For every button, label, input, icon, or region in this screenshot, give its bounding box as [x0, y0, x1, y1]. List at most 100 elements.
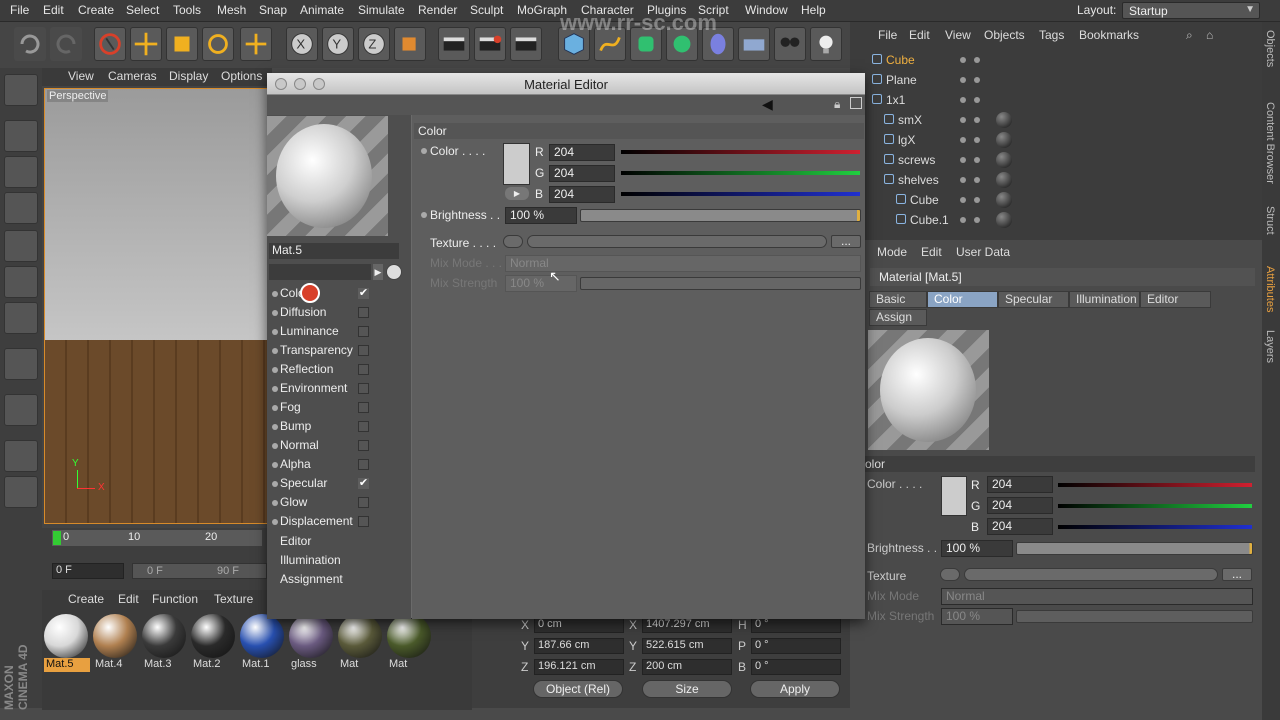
- tab-color[interactable]: Color: [927, 291, 998, 308]
- menu-simulate[interactable]: Simulate: [358, 3, 405, 17]
- material-ball[interactable]: [44, 614, 88, 658]
- om-menu-edit[interactable]: Edit: [909, 28, 930, 42]
- render-dot[interactable]: [974, 117, 980, 123]
- viewport-menu-options[interactable]: Options: [221, 69, 262, 83]
- position-x-field[interactable]: 0 cm: [534, 617, 624, 633]
- channel-checkbox[interactable]: [358, 307, 369, 318]
- material-name-field[interactable]: Mat.5: [269, 243, 399, 259]
- object-name[interactable]: shelves: [898, 173, 939, 187]
- channel-row[interactable]: Alpha: [272, 456, 410, 474]
- tab-basic[interactable]: Basic: [869, 291, 927, 308]
- object-row[interactable]: 1x1: [860, 90, 1260, 110]
- channel-name[interactable]: Fog: [280, 400, 301, 414]
- material-label[interactable]: Mat.3: [142, 658, 188, 672]
- undo-icon[interactable]: [14, 27, 46, 61]
- tab-illumination[interactable]: Illumination: [1069, 291, 1140, 308]
- object-row[interactable]: smX: [860, 110, 1260, 130]
- rotate-icon[interactable]: [202, 27, 234, 61]
- b-field[interactable]: 204: [549, 186, 615, 203]
- timeline-ruler[interactable]: [52, 530, 262, 546]
- tab-specular[interactable]: Specular: [998, 291, 1069, 308]
- menu-mesh[interactable]: Mesh: [217, 3, 246, 17]
- apply-button[interactable]: Apply: [750, 680, 840, 698]
- magnet-icon[interactable]: [4, 394, 38, 426]
- mm-menu-create[interactable]: Create: [68, 592, 104, 606]
- om-menu-tags[interactable]: Tags: [1039, 28, 1064, 42]
- tab-layers[interactable]: Layers: [1264, 330, 1276, 363]
- object-name[interactable]: screws: [898, 153, 935, 167]
- move-icon[interactable]: [130, 27, 162, 61]
- edges-mode-icon[interactable]: [4, 266, 38, 298]
- attr-color-swatch[interactable]: [941, 476, 967, 516]
- channel-illumination[interactable]: Illumination: [280, 553, 341, 567]
- attr-texture-arrow[interactable]: [940, 568, 960, 581]
- material-label[interactable]: Mat.2: [191, 658, 237, 672]
- home-icon[interactable]: ⌂: [1206, 28, 1213, 42]
- visibility-dot[interactable]: [960, 197, 966, 203]
- object-row[interactable]: Cube.1: [860, 210, 1260, 230]
- visibility-dot[interactable]: [960, 77, 966, 83]
- om-menu-view[interactable]: View: [945, 28, 971, 42]
- texture-browse-button[interactable]: ...: [831, 235, 861, 248]
- channel-name[interactable]: Alpha: [280, 457, 311, 471]
- om-menu-file[interactable]: File: [878, 28, 897, 42]
- object-name[interactable]: smX: [898, 113, 922, 127]
- channel-row[interactable]: Luminance: [272, 323, 410, 341]
- attr-mix-strength-slider[interactable]: [1016, 610, 1253, 623]
- attr-mix-strength-field[interactable]: 100 %: [941, 608, 1013, 625]
- g-slider[interactable]: [621, 171, 860, 175]
- material-ball[interactable]: [240, 614, 284, 658]
- channel-row[interactable]: Reflection: [272, 361, 410, 379]
- attr-r-slider[interactable]: [1058, 483, 1252, 487]
- material-preview[interactable]: [267, 116, 388, 236]
- menu-animate[interactable]: Animate: [300, 3, 344, 17]
- play-arrow-icon[interactable]: ▶: [373, 264, 383, 280]
- r-slider[interactable]: [621, 150, 860, 154]
- make-editable-icon[interactable]: [4, 74, 38, 106]
- size-mode-dropdown[interactable]: Size: [642, 680, 732, 698]
- x-axis-icon[interactable]: X: [286, 27, 318, 61]
- material-ball[interactable]: [289, 614, 333, 658]
- attr-g-field[interactable]: 204: [987, 497, 1053, 514]
- render-dot[interactable]: [974, 217, 980, 223]
- channel-checkbox[interactable]: [358, 383, 369, 394]
- channel-checkbox[interactable]: [358, 421, 369, 432]
- visibility-dot[interactable]: [960, 137, 966, 143]
- size-x-field[interactable]: 1407.297 cm: [642, 617, 732, 633]
- channel-checkbox[interactable]: [358, 497, 369, 508]
- material-tag-icon[interactable]: [996, 212, 1012, 228]
- visibility-dot[interactable]: [960, 177, 966, 183]
- visibility-dot[interactable]: [960, 57, 966, 63]
- b-slider[interactable]: [621, 192, 860, 196]
- viewport-menu-cameras[interactable]: Cameras: [108, 69, 157, 83]
- y-axis-icon[interactable]: Y: [322, 27, 354, 61]
- channel-row[interactable]: Displacement: [272, 513, 410, 531]
- material-ball[interactable]: [387, 614, 431, 658]
- material-label[interactable]: Mat: [338, 658, 384, 672]
- channel-name[interactable]: Transparency: [280, 343, 353, 357]
- back-arrow-icon[interactable]: ◀: [762, 96, 773, 113]
- object-row[interactable]: Plane: [860, 70, 1260, 90]
- workplane-lock-icon[interactable]: [4, 440, 38, 472]
- channel-row[interactable]: Normal: [272, 437, 410, 455]
- live-selection-icon[interactable]: [94, 27, 126, 61]
- channel-row[interactable]: Specular ✔: [272, 475, 410, 493]
- z-axis-icon[interactable]: Z: [358, 27, 390, 61]
- render-dot[interactable]: [974, 57, 980, 63]
- search-icon[interactable]: ⌕: [1186, 28, 1193, 43]
- brightness-slider[interactable]: [580, 209, 861, 222]
- menu-render[interactable]: Render: [418, 3, 457, 17]
- channel-name[interactable]: Glow: [280, 495, 307, 509]
- visibility-dot[interactable]: [960, 117, 966, 123]
- render-dot[interactable]: [974, 197, 980, 203]
- model-mode-icon[interactable]: [4, 120, 38, 152]
- channel-row[interactable]: Diffusion: [272, 304, 410, 322]
- object-row[interactable]: screws: [860, 150, 1260, 170]
- attr-mix-mode-dropdown[interactable]: Normal: [941, 588, 1253, 605]
- polygons-mode-icon[interactable]: [4, 302, 38, 334]
- size-z-field[interactable]: 200 cm: [642, 659, 732, 675]
- channel-row[interactable]: Transparency: [272, 342, 410, 360]
- light-icon[interactable]: [810, 27, 842, 61]
- g-field[interactable]: 204: [549, 165, 615, 182]
- material-label[interactable]: Mat: [387, 658, 433, 672]
